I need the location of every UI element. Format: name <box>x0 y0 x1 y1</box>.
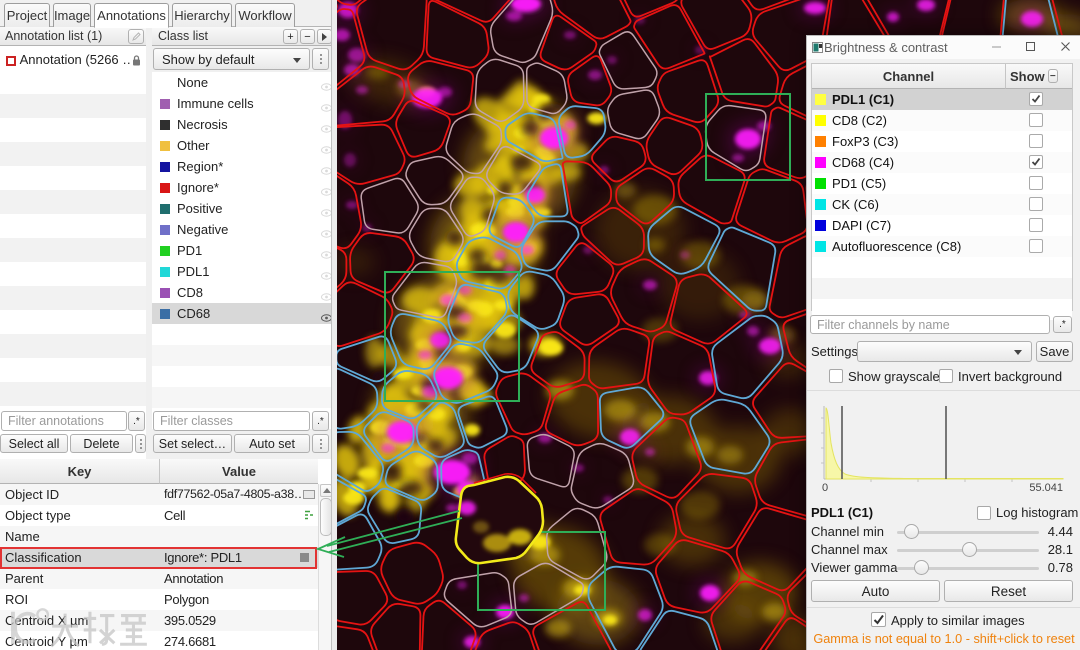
svg-text:0: 0 <box>822 482 828 494</box>
svg-text:55.041: 55.041 <box>1029 482 1063 494</box>
